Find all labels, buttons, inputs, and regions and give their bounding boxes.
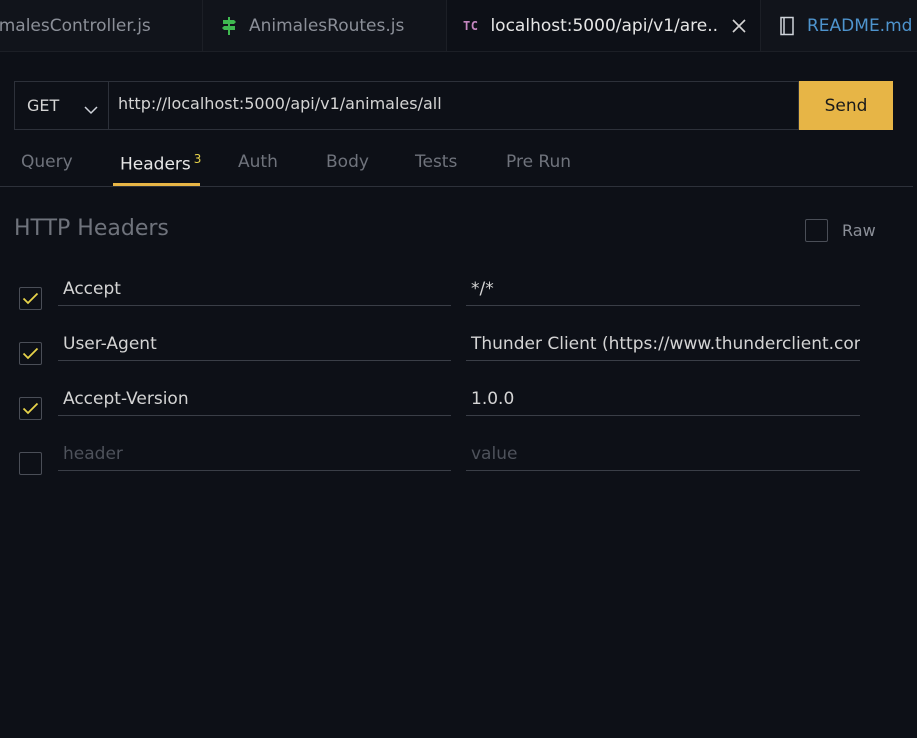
raw-checkbox[interactable] [805,219,828,242]
url-input[interactable] [108,81,799,130]
header-value-field[interactable]: Thunder Client (https://www.thunderclien… [466,327,860,361]
tc-icon: TC [463,18,479,33]
tab-readme[interactable]: README.md [761,0,917,51]
tab-label: imalesController.js [0,16,151,36]
tab-label: README.md [807,16,913,36]
active-tab-indicator [113,183,200,186]
request-url-bar: GET Send [14,81,893,130]
raw-label: Raw [842,221,876,240]
tab-animales-routes[interactable]: AnimalesRoutes.js [203,0,447,51]
checkmark-icon [22,292,39,305]
header-row-new: header value [0,431,917,486]
tab-auth[interactable]: Auth [238,152,278,172]
checkmark-icon [22,402,39,415]
method-value: GET [27,96,60,115]
header-key-field[interactable]: User-Agent [58,327,451,361]
tab-headers[interactable]: Headers 3 [120,152,201,175]
tab-label: localhost:5000/api/v1/are.. [490,15,719,36]
header-checkbox[interactable] [19,287,42,310]
send-button[interactable]: Send [799,81,893,130]
raw-toggle[interactable]: Raw [805,219,876,242]
header-row: User-Agent Thunder Client (https://www.t… [0,321,917,376]
header-key-field[interactable]: Accept-Version [58,382,451,416]
tab-thunder-request[interactable]: TC localhost:5000/api/v1/are.. [447,0,761,51]
header-value-field[interactable]: 1.0.0 [466,382,860,416]
tab-label: AnimalesRoutes.js [249,16,405,36]
method-select[interactable]: GET [14,81,108,130]
tab-headers-label: Headers [120,154,191,175]
editor-tab-bar: imalesController.js AnimalesRoutes.js TC… [0,0,917,52]
chevron-down-icon [84,100,98,119]
signpost-icon [221,16,237,36]
header-checkbox[interactable] [19,452,42,475]
tab-body[interactable]: Body [326,152,369,172]
header-key-input[interactable]: header [58,437,451,471]
header-value-input[interactable]: value [466,437,860,471]
book-icon [779,16,795,36]
header-checkbox[interactable] [19,342,42,365]
checkmark-icon [22,347,39,360]
tab-query[interactable]: Query [21,152,73,172]
header-row: Accept-Version 1.0.0 [0,376,917,431]
header-key-field[interactable]: Accept [58,272,451,306]
tab-tests[interactable]: Tests [415,152,457,172]
tab-pre-run[interactable]: Pre Run [506,152,571,172]
header-row: Accept */* [0,266,917,321]
close-icon[interactable] [728,15,750,37]
tab-animales-controller[interactable]: imalesController.js [0,0,203,51]
header-value-field[interactable]: */* [466,272,860,306]
request-subtabs: Query Headers 3 Auth Body Tests Pre Run [0,140,913,187]
section-title: HTTP Headers [14,216,169,241]
header-checkbox[interactable] [19,397,42,420]
headers-count-badge: 3 [193,152,202,166]
